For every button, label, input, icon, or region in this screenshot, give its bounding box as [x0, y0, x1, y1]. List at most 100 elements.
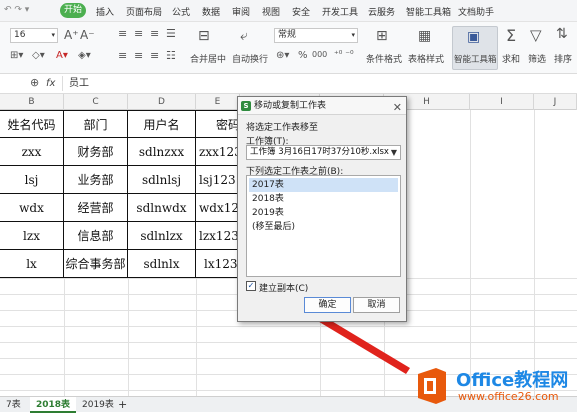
- table-cell[interactable]: sdlnlsj: [128, 166, 196, 194]
- table-cell[interactable]: sdlnzxx: [128, 138, 196, 166]
- merge-center-button[interactable]: 合并居中: [190, 52, 226, 65]
- ok-button[interactable]: 确定: [304, 297, 351, 313]
- create-copy-checkbox[interactable]: ✓: [246, 281, 256, 291]
- table-cell[interactable]: zxx: [0, 138, 64, 166]
- menu-start-tab[interactable]: 开始: [60, 3, 86, 18]
- font-grow-icon[interactable]: A⁺: [64, 28, 79, 42]
- column-header-i[interactable]: I: [470, 94, 534, 110]
- smart-toolbox-label: 智能工具箱: [454, 55, 497, 65]
- table-cell[interactable]: sdlnwdx: [128, 194, 196, 222]
- menu-dev-tools[interactable]: 开发工具: [322, 5, 358, 18]
- justify-icon[interactable]: ☷: [166, 49, 176, 62]
- list-item[interactable]: 2018表: [249, 192, 398, 206]
- header-username[interactable]: 用户名: [128, 110, 196, 138]
- table-cell[interactable]: lsj: [0, 166, 64, 194]
- table-cell[interactable]: 财务部: [64, 138, 128, 166]
- create-copy-label[interactable]: 建立副本(C): [259, 281, 308, 294]
- undo-icon[interactable]: ↶ ↷ ▾: [4, 5, 29, 15]
- currency-icon[interactable]: ⊛▾: [276, 50, 289, 61]
- list-item[interactable]: (移至最后): [249, 220, 398, 234]
- table-cell[interactable]: 经营部: [64, 194, 128, 222]
- sort-icon[interactable]: ⇅: [556, 26, 568, 42]
- clear-format-icon[interactable]: ◈▾: [78, 50, 91, 61]
- table-style-button[interactable]: 表格样式: [408, 52, 444, 65]
- table-style-icon[interactable]: ▦: [418, 28, 431, 44]
- dialog-title-bar[interactable]: S 移动或复制工作表 ✕: [238, 97, 406, 115]
- sheet-listbox[interactable]: 2017表 2018表 2019表 (移至最后): [246, 175, 401, 277]
- table-cell[interactable]: lx: [0, 250, 64, 278]
- fill-color-icon[interactable]: ◇▾: [32, 50, 45, 61]
- menu-data[interactable]: 数据: [202, 5, 220, 18]
- menu-smart-toolbox[interactable]: 智能工具箱: [406, 5, 451, 18]
- close-icon[interactable]: ✕: [393, 99, 402, 117]
- conditional-format-button[interactable]: 条件格式: [366, 52, 402, 65]
- chevron-down-icon: ▼: [390, 148, 397, 157]
- table-cell[interactable]: sdlnlx: [128, 250, 196, 278]
- filter-icon[interactable]: ▽: [530, 26, 542, 44]
- table-cell[interactable]: 信息部: [64, 222, 128, 250]
- table-cell[interactable]: 业务部: [64, 166, 128, 194]
- decimal-icon[interactable]: ⁺⁰ ⁻⁰: [334, 50, 354, 60]
- sort-button[interactable]: 排序: [554, 52, 572, 65]
- sheet-tab-2017[interactable]: 7表: [0, 397, 27, 413]
- workbook-select[interactable]: 工作簿 3月16日17时37分10秒.xlsx ▼: [246, 145, 401, 160]
- sum-icon[interactable]: Σ: [506, 26, 516, 45]
- menu-cloud[interactable]: 云服务: [368, 5, 395, 18]
- logo-url: www.office26.com: [458, 390, 559, 403]
- align-top-icon[interactable]: ≡: [118, 27, 127, 40]
- align-right-icon[interactable]: ≡: [150, 49, 159, 62]
- header-department[interactable]: 部门: [64, 110, 128, 138]
- align-center-icon[interactable]: ≡: [134, 49, 143, 62]
- column-header-b[interactable]: B: [0, 94, 64, 110]
- table-cell[interactable]: lsj123: [196, 166, 240, 194]
- table-cell[interactable]: wdx: [0, 194, 64, 222]
- menu-formulas[interactable]: 公式: [172, 5, 190, 18]
- font-size-select[interactable]: 16 ▾: [10, 28, 58, 43]
- align-bottom-icon[interactable]: ≡: [150, 27, 159, 40]
- menu-insert[interactable]: 插入: [96, 5, 114, 18]
- merge-icon[interactable]: ⊟: [198, 28, 210, 44]
- table-cell[interactable]: 综合事务部: [64, 250, 128, 278]
- percent-button[interactable]: %: [298, 50, 308, 61]
- table-cell[interactable]: zxx123: [196, 138, 240, 166]
- font-color-icon[interactable]: A▾: [56, 50, 68, 61]
- menu-review[interactable]: 审阅: [232, 5, 250, 18]
- wrap-text-button[interactable]: 自动换行: [232, 52, 268, 65]
- column-header-d[interactable]: D: [128, 94, 196, 110]
- filter-button[interactable]: 筛选: [528, 52, 546, 65]
- table-cell[interactable]: lx123: [196, 250, 240, 278]
- indent-icon[interactable]: ☰: [166, 27, 176, 40]
- menu-view[interactable]: 视图: [262, 5, 280, 18]
- table-cell[interactable]: lzx123: [196, 222, 240, 250]
- thousands-button[interactable]: 000: [312, 50, 327, 59]
- font-shrink-icon[interactable]: A⁻: [80, 28, 95, 42]
- sum-button[interactable]: 求和: [502, 52, 520, 65]
- border-icon[interactable]: ⊞▾: [10, 50, 23, 61]
- cancel-button[interactable]: 取消: [353, 297, 400, 313]
- align-left-icon[interactable]: ≡: [118, 49, 127, 62]
- menu-doc-assistant[interactable]: 文档助手: [458, 5, 494, 18]
- menu-security[interactable]: 安全: [292, 5, 310, 18]
- align-middle-icon[interactable]: ≡: [134, 27, 143, 40]
- sheet-tab-2018[interactable]: 2018表: [30, 397, 77, 413]
- column-header-e[interactable]: E: [196, 94, 240, 110]
- table-cell[interactable]: lzx: [0, 222, 64, 250]
- formula-input[interactable]: 员工: [62, 76, 577, 91]
- list-item[interactable]: 2019表: [249, 206, 398, 220]
- smart-toolbox-button[interactable]: ▣ 智能工具箱: [452, 26, 498, 70]
- list-item[interactable]: 2017表: [249, 178, 398, 192]
- conditional-format-icon[interactable]: ⊞: [376, 28, 388, 44]
- column-header-c[interactable]: C: [64, 94, 128, 110]
- table-cell[interactable]: sdlnlzx: [128, 222, 196, 250]
- header-name-code[interactable]: 姓名代码: [0, 110, 64, 138]
- table-cell[interactable]: wdx123: [196, 194, 240, 222]
- app-logo-icon: S: [241, 101, 251, 111]
- column-header-j[interactable]: J: [534, 94, 577, 110]
- fx-label[interactable]: fx: [46, 78, 55, 89]
- header-password[interactable]: 密码: [196, 110, 240, 138]
- zoom-icon[interactable]: ⊕: [30, 76, 39, 89]
- wrap-icon[interactable]: ⤶: [240, 28, 248, 44]
- menu-page-layout[interactable]: 页面布局: [126, 5, 162, 18]
- number-format-select[interactable]: 常规 ▾: [274, 28, 358, 43]
- add-sheet-button[interactable]: +: [112, 397, 133, 413]
